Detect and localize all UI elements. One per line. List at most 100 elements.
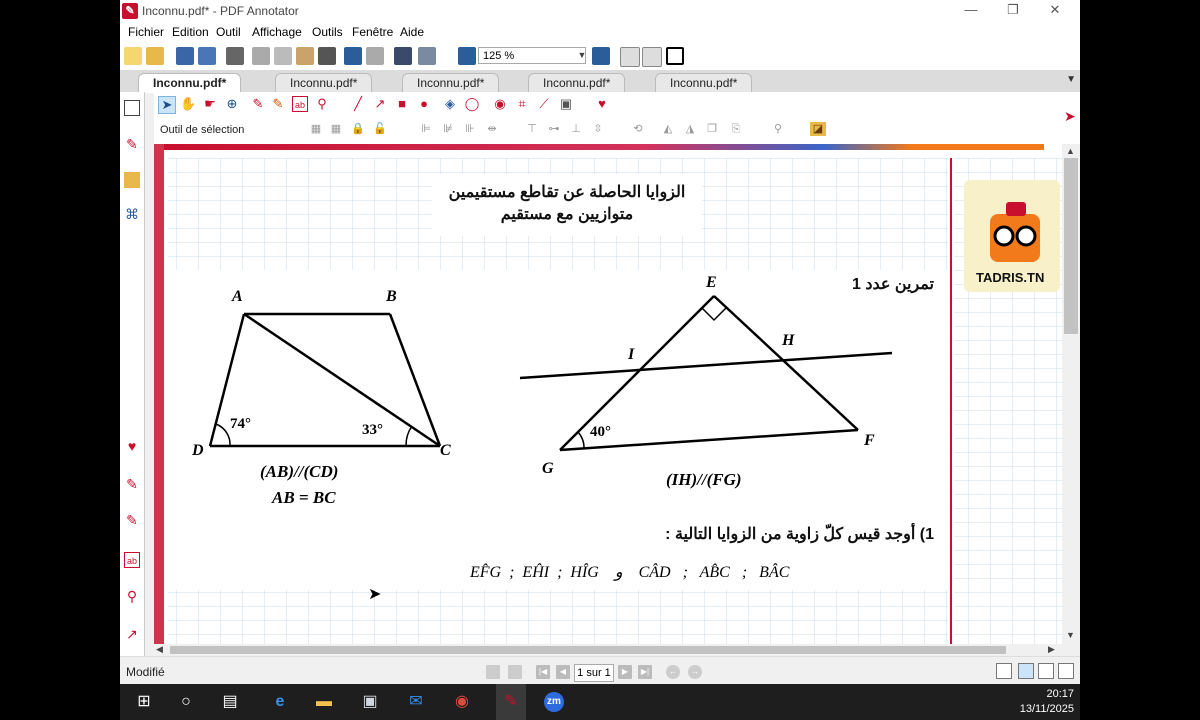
back-icon[interactable]: ← [666,665,680,679]
arrow-tool-icon[interactable]: ↗ [124,626,140,642]
close-icon[interactable]: ✕ [1034,0,1076,22]
selection-tool-icon[interactable]: ➤ [158,96,176,114]
page-indicator[interactable]: 1 sur 1 [574,664,614,682]
hand-tool-icon[interactable]: ☛ [202,96,218,112]
continuous-view-icon[interactable] [1018,663,1034,679]
mail-icon[interactable]: ✉ [406,692,426,712]
vertical-scroll-thumb[interactable] [1064,158,1078,334]
eraser-tool-icon[interactable]: ◈ [442,96,458,112]
task-view-icon[interactable]: ▤ [220,692,240,712]
pen-tool-icon[interactable]: ✎ [250,96,266,112]
copy-icon[interactable] [274,47,292,65]
menu-fichier[interactable]: Fichier [128,25,164,39]
scroll-up-icon[interactable]: ▲ [1066,146,1075,156]
restore-icon[interactable]: ❐ [992,0,1034,22]
search-icon[interactable]: ○ [176,692,196,712]
open-icon[interactable] [146,47,164,65]
clock[interactable]: 20:17 13/11/2025 [1020,687,1074,717]
pdf-annotator-taskbar-icon[interactable]: ✎ [496,684,526,720]
rectangle-tool-icon[interactable]: ■ [394,96,410,112]
store-icon[interactable]: ▣ [360,692,380,712]
tab-document-4[interactable]: Inconnu.pdf* [528,73,626,93]
horizontal-scrollbar[interactable]: ◀ ▶ [154,644,1062,656]
menu-outils[interactable]: Outils [312,25,343,39]
folder-icon[interactable] [124,172,140,188]
lasso-tool-icon[interactable]: ◯ [464,96,480,112]
scroll-down-icon[interactable]: ▼ [1066,630,1075,640]
two-page-view-icon[interactable] [1038,663,1054,679]
fullscreen-icon[interactable] [666,47,684,65]
menu-outil[interactable]: Outil [216,25,241,39]
stamp-icon[interactable]: ⚲ [124,588,140,604]
redo-icon[interactable] [366,47,384,65]
arrow-draw-icon[interactable]: ↗ [372,96,388,112]
ellipse-tool-icon[interactable]: ● [416,96,432,112]
favorites-icon[interactable]: ♥ [124,438,140,454]
prev-page-icon[interactable]: ◀ [556,665,570,679]
forward-icon[interactable]: → [688,665,702,679]
menu-fenetre[interactable]: Fenêtre [352,25,393,39]
document-area[interactable]: الزوايا الحاصلة عن تقاطع مستقيمين متوازي… [154,144,1062,644]
fit-width-icon[interactable] [620,47,640,67]
zoom-app-icon[interactable]: zm [544,692,564,712]
save-icon[interactable] [176,47,194,65]
cursor-arrow-icon[interactable]: ➤ [1064,108,1076,125]
stamp-tool-icon[interactable]: ⚲ [314,96,330,112]
save-all-icon[interactable] [198,47,216,65]
tab-list-icon[interactable]: ▼ [1066,74,1076,85]
file-explorer-icon[interactable]: ▬ [314,692,334,712]
zoom-in-icon[interactable] [592,47,610,65]
attachment-icon[interactable]: ⌘ [124,206,140,222]
zoom-tool-icon[interactable]: ⊕ [224,96,240,112]
delete-icon[interactable] [318,47,336,65]
next-page-icon[interactable]: ▶ [618,665,632,679]
crop-tool-icon[interactable]: ⌗ [514,96,530,112]
line-tool-icon[interactable]: ╱ [350,96,366,112]
page-prev-doc-icon[interactable] [486,665,500,679]
pen-icon[interactable]: ✎ [124,136,140,152]
extract-icon[interactable] [418,47,436,65]
tab-document-3[interactable]: Inconnu.pdf* [402,73,500,93]
horizontal-scroll-thumb[interactable] [170,646,1006,654]
zoom-out-icon[interactable] [458,47,476,65]
pen-red-icon[interactable]: ✎ [124,476,140,492]
scroll-right-icon[interactable]: ▶ [1048,644,1055,655]
textbox-tool-icon[interactable]: ab [292,96,308,112]
two-page-continuous-icon[interactable] [1058,663,1074,679]
text-box-icon[interactable]: ab [124,552,140,568]
undo-icon[interactable] [344,47,362,65]
tab-document-1[interactable]: Inconnu.pdf* [138,73,242,93]
menu-aide[interactable]: Aide [400,25,424,39]
camera-tool-icon[interactable]: ◉ [492,96,508,112]
page-next-doc-icon[interactable] [508,665,522,679]
cut-icon[interactable] [252,47,270,65]
tab-document-5[interactable]: Inconnu.pdf* [655,73,753,93]
windows-start-icon[interactable]: ⊞ [134,692,154,712]
first-page-icon[interactable]: |◀ [536,665,550,679]
marker-tool-icon[interactable]: ✎ [270,96,286,112]
new-icon[interactable] [124,47,142,65]
chevron-down-icon[interactable]: ▼ [576,47,588,64]
minimize-icon[interactable]: — [950,0,992,22]
last-page-icon[interactable]: ▶| [638,665,652,679]
favorite-tool-icon[interactable]: ♥ [594,96,610,112]
chrome-icon[interactable]: ◉ [452,692,472,712]
paste-icon[interactable] [296,47,314,65]
find-icon[interactable] [394,47,412,65]
scroll-left-icon[interactable]: ◀ [156,644,163,655]
menu-edition[interactable]: Edition [172,25,209,39]
blank-page-icon[interactable] [124,100,140,116]
ruler-tool-icon[interactable]: ⟋ [536,96,552,112]
tab-document-2[interactable]: Inconnu.pdf* [275,73,373,93]
pan-tool-icon[interactable]: ✋ [180,96,196,112]
zoom-input[interactable]: 125 % [478,47,586,64]
single-page-view-icon[interactable] [996,663,1012,679]
image-tool-icon[interactable]: ▣ [558,96,574,112]
fit-page-icon[interactable] [642,47,662,67]
properties-icon[interactable]: ◪ [810,122,826,136]
print-icon[interactable] [226,47,244,65]
edge-icon[interactable]: e [270,692,290,712]
highlighter-icon[interactable]: ✎ [124,512,140,528]
menu-affichage[interactable]: Affichage [252,25,302,39]
vertical-scrollbar[interactable]: ▲ ▼ [1062,144,1080,644]
